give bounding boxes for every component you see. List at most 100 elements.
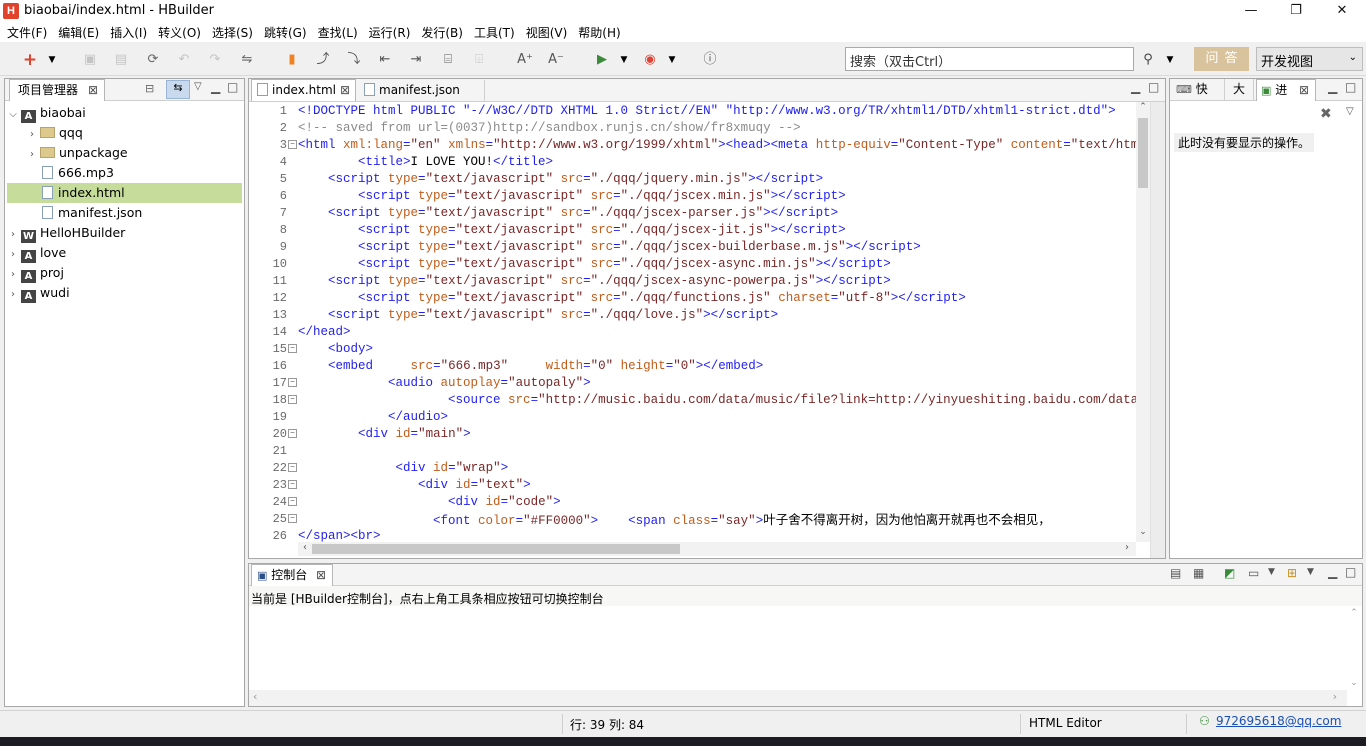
scroll-up-icon[interactable]: ⌃: [1136, 102, 1150, 116]
search-input[interactable]: 搜索（双击Ctrl）: [845, 47, 1134, 71]
search-icon[interactable]: ⚲: [1138, 50, 1158, 70]
browser-icon[interactable]: ◉: [640, 50, 660, 70]
save-all-icon[interactable]: ▤: [111, 50, 131, 70]
scroll-lock-icon[interactable]: ▦: [1193, 566, 1204, 580]
tree-item-qqq[interactable]: › qqq: [7, 123, 242, 143]
minimize-panel-icon[interactable]: ▁: [1328, 565, 1337, 579]
run-icon[interactable]: ▶: [592, 50, 612, 70]
menu-edit[interactable]: 编辑(E): [53, 22, 105, 42]
font-smaller-icon[interactable]: A⁻: [546, 50, 566, 70]
tab-manifest-json[interactable]: manifest.json: [359, 80, 485, 102]
maximize-panel-icon[interactable]: □: [1345, 565, 1356, 579]
scroll-left-icon[interactable]: ‹: [298, 542, 312, 556]
comment-icon[interactable]: ⌸: [438, 50, 458, 70]
close-tab-icon[interactable]: ⊠: [1299, 80, 1309, 100]
tab-progress[interactable]: ▣ 进 ⊠: [1256, 79, 1316, 101]
menu-help[interactable]: 帮助(H): [573, 22, 626, 42]
tree-item-666-mp3[interactable]: 666.mp3: [7, 163, 242, 183]
link-editor-icon[interactable]: ⇆: [166, 80, 190, 99]
collapse-all-icon[interactable]: ⊟: [145, 82, 154, 95]
tree-item-unpackage[interactable]: › unpackage: [7, 143, 242, 163]
display-console-icon[interactable]: ▭: [1248, 566, 1259, 580]
menu-run[interactable]: 运行(R): [364, 22, 417, 42]
close-tab-icon[interactable]: ⊠: [340, 80, 350, 100]
scroll-right-icon[interactable]: ›: [1120, 542, 1134, 556]
jump-next-icon[interactable]: ⇥: [406, 50, 426, 70]
view-menu-icon[interactable]: ▽: [1346, 106, 1354, 117]
scroll-down-icon[interactable]: ⌄: [1136, 527, 1150, 541]
menu-find[interactable]: 查找(L): [313, 22, 364, 42]
maximize-button[interactable]: ❐: [1273, 0, 1319, 22]
console-horizontal-scrollbar[interactable]: ‹ ›: [249, 690, 1347, 706]
maximize-panel-icon[interactable]: □: [1345, 80, 1356, 94]
collapsed-icon[interactable]: ›: [26, 145, 38, 165]
redo-icon[interactable]: ↷: [205, 50, 225, 70]
tree-item-index-html[interactable]: index.html: [7, 183, 242, 203]
bookmark-icon[interactable]: ▮: [282, 50, 302, 70]
collapsed-icon[interactable]: ›: [7, 225, 19, 245]
tree-item-proj[interactable]: › Aproj: [7, 263, 242, 283]
tree-item-manifest-json[interactable]: manifest.json: [7, 203, 242, 223]
view-menu-icon[interactable]: ▽: [194, 81, 202, 92]
menu-view[interactable]: 视图(V): [521, 22, 574, 42]
console-vertical-scrollbar[interactable]: ⌃ ⌄: [1347, 608, 1361, 688]
code-editor[interactable]: 1 <!DOCTYPE html PUBLIC "-//W3C//DTD XHTM…: [249, 102, 1136, 542]
save-icon[interactable]: ▣: [80, 50, 100, 70]
next-bookmark-icon[interactable]: ⤵: [344, 50, 364, 70]
menu-select[interactable]: 选择(S): [207, 22, 259, 42]
pin-console-icon[interactable]: ◩: [1224, 566, 1235, 580]
collapsed-icon[interactable]: ›: [7, 245, 19, 265]
close-button[interactable]: ✕: [1319, 0, 1365, 22]
menu-insert[interactable]: 插入(I): [105, 22, 153, 42]
menu-file[interactable]: 文件(F): [2, 22, 53, 42]
new-icon[interactable]: +: [20, 50, 40, 70]
info-icon[interactable]: ⓘ: [700, 50, 720, 70]
jump-prev-icon[interactable]: ⇤: [375, 50, 395, 70]
collapsed-icon[interactable]: ›: [26, 125, 38, 145]
minimize-panel-icon[interactable]: ▁: [1328, 80, 1337, 94]
tab-outline[interactable]: 大: [1224, 79, 1254, 101]
tab-console[interactable]: ▣ 控制台 ⊠: [251, 564, 333, 586]
editor-vertical-scrollbar[interactable]: ⌃ ⌄: [1136, 102, 1150, 542]
tree-item-love[interactable]: › Alove: [7, 243, 242, 263]
goto-bookmark-icon[interactable]: ⤴: [313, 50, 333, 70]
collapsed-icon[interactable]: ›: [7, 285, 19, 305]
view-select[interactable]: 开发视图 ⌄: [1256, 47, 1363, 71]
menu-goto[interactable]: 跳转(G): [259, 22, 313, 42]
menu-escape[interactable]: 转义(O): [153, 22, 207, 42]
minimize-panel-icon[interactable]: ▁: [1131, 80, 1140, 94]
scroll-down-icon[interactable]: ⌄: [1347, 678, 1361, 688]
editor-horizontal-scrollbar[interactable]: ‹ ›: [298, 542, 1136, 556]
remove-all-icon[interactable]: ✖: [1320, 106, 1332, 122]
maximize-panel-icon[interactable]: □: [1148, 80, 1159, 94]
tree-item-biaobai[interactable]: ⌵ Abiaobai: [7, 103, 242, 123]
scrollbar-thumb[interactable]: [312, 544, 680, 554]
tab-quick[interactable]: ⌨ 快: [1172, 79, 1222, 101]
browser-dropdown-icon[interactable]: ▼: [662, 50, 682, 70]
minimize-panel-icon[interactable]: ▁: [211, 80, 220, 94]
open-dropdown-icon[interactable]: ▼: [1307, 567, 1314, 577]
console-output[interactable]: [249, 606, 1362, 690]
tree-item-hellohbuilder[interactable]: › W HelloHBuilder: [7, 223, 242, 243]
maximize-panel-icon[interactable]: □: [227, 80, 238, 94]
menu-tools[interactable]: 工具(T): [469, 22, 521, 42]
close-tab-icon[interactable]: ⊠: [88, 80, 98, 100]
close-tab-icon[interactable]: ⊠: [316, 565, 326, 585]
run-dropdown-icon[interactable]: ▼: [614, 50, 634, 70]
new-dropdown-icon[interactable]: ▼: [42, 50, 62, 70]
display-dropdown-icon[interactable]: ▼: [1268, 567, 1275, 577]
tab-index-html[interactable]: index.html ⊠: [251, 79, 356, 101]
font-larger-icon[interactable]: A⁺: [515, 50, 535, 70]
clear-console-icon[interactable]: ▤: [1170, 566, 1181, 580]
expanded-icon[interactable]: ⌵: [7, 105, 19, 125]
scroll-up-icon[interactable]: ⌃: [1347, 608, 1361, 618]
search-dropdown-icon[interactable]: ▼: [1160, 50, 1180, 70]
scroll-right-icon[interactable]: ›: [1333, 690, 1337, 703]
scrollbar-thumb[interactable]: [1138, 118, 1148, 188]
uncomment-icon[interactable]: ⌹: [469, 50, 489, 70]
user-account-link[interactable]: 972695618@qq.com: [1216, 714, 1341, 728]
format-icon[interactable]: ⇋: [237, 50, 257, 70]
minimize-button[interactable]: —: [1228, 0, 1274, 22]
undo-icon[interactable]: ↶: [174, 50, 194, 70]
collapsed-icon[interactable]: ›: [7, 265, 19, 285]
